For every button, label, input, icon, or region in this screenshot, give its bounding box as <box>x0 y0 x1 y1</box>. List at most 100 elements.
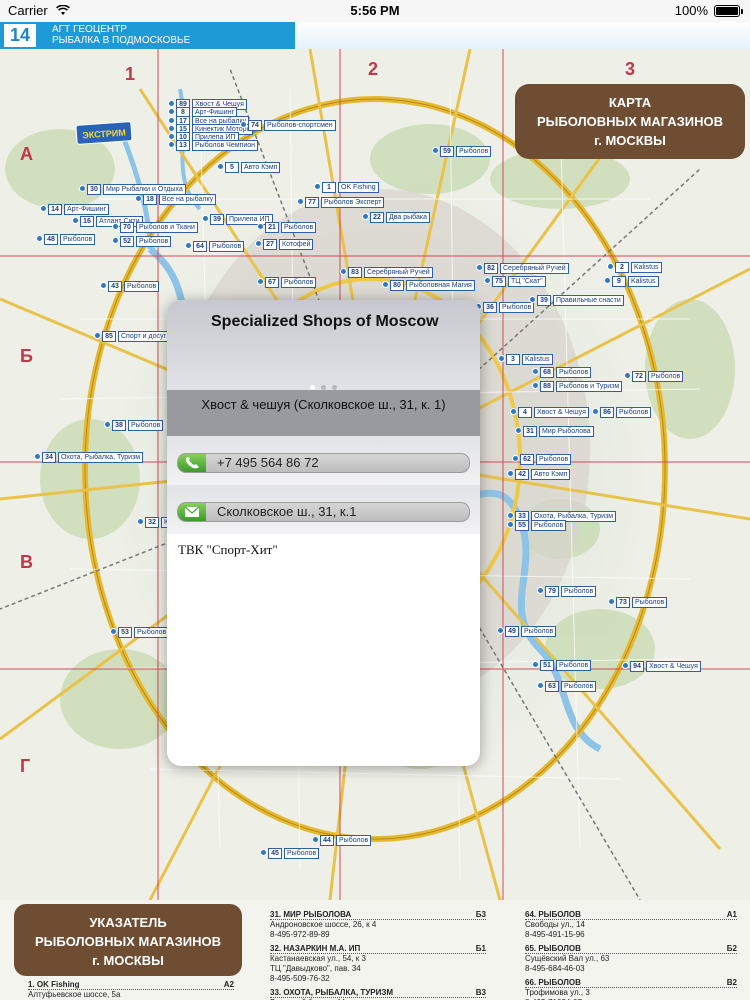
shop-number[interactable]: 22 <box>370 212 384 223</box>
shop-number[interactable]: 39 <box>537 295 551 306</box>
shop-number[interactable]: 88 <box>540 381 554 392</box>
shop-number[interactable]: 59 <box>440 146 454 157</box>
shop-number[interactable]: 70 <box>120 222 134 233</box>
envelope-icon[interactable] <box>178 503 206 521</box>
shop-label[interactable]: Рыболов <box>128 420 164 431</box>
shop-label[interactable]: Арт-Фишинг <box>64 204 110 215</box>
address-row[interactable]: Сколковское ш., 31, к.1 <box>167 485 480 534</box>
shop-pin-icon[interactable] <box>604 277 611 284</box>
shop-number[interactable]: 3 <box>506 354 520 365</box>
shop-pin-icon[interactable] <box>168 133 175 140</box>
shop-number[interactable]: 62 <box>520 454 534 465</box>
shop-label[interactable]: Спорт и досуг <box>118 331 170 342</box>
shop-label[interactable]: Два рыбака <box>386 212 430 223</box>
shop-label[interactable]: Серебряный Ручей <box>500 263 569 274</box>
shop-label[interactable]: Рыболов <box>561 681 597 692</box>
shop-label[interactable]: Рыболов <box>281 277 317 288</box>
shop-label[interactable]: Рыболов <box>536 454 572 465</box>
shop-label[interactable]: Рыболов <box>561 586 597 597</box>
shop-number[interactable]: 53 <box>118 627 132 638</box>
shop-label[interactable]: Рыболов <box>531 520 567 531</box>
shop-number[interactable]: 38 <box>112 420 126 431</box>
shop-number[interactable]: 1 <box>322 182 336 193</box>
shop-pin-icon[interactable] <box>217 163 224 170</box>
shop-label[interactable]: Котофей <box>279 239 314 250</box>
shop-pin-icon[interactable] <box>260 849 267 856</box>
shop-pin-icon[interactable] <box>257 223 264 230</box>
shop-number[interactable]: 32 <box>145 517 159 528</box>
shop-label[interactable]: Рыболовная Магия <box>406 280 475 291</box>
shop-pin-icon[interactable] <box>137 518 144 525</box>
shop-label[interactable]: Рыболов <box>124 281 160 292</box>
shop-number[interactable]: 79 <box>545 586 559 597</box>
shop-pin-icon[interactable] <box>34 453 41 460</box>
shop-number[interactable]: 13 <box>176 140 190 151</box>
shop-info-popup[interactable]: Specialized Shops of Moscow Хвост & чешу… <box>167 300 480 766</box>
shop-number[interactable]: 80 <box>390 280 404 291</box>
shop-number[interactable]: 73 <box>616 597 630 608</box>
shop-number[interactable]: 82 <box>484 263 498 274</box>
shop-label[interactable]: Правильные снасти <box>553 295 624 306</box>
shop-label[interactable]: Kalistus <box>631 262 662 273</box>
shop-label[interactable]: Рыболов и Ткани <box>136 222 198 233</box>
index-entry[interactable]: 31. МИР РЫБОЛОВА Б3 Андроновское шоссе, 26… <box>270 910 486 940</box>
shop-label[interactable]: Мир Рыболова <box>539 426 594 437</box>
shop-label[interactable]: Хвост & Чешуя <box>534 407 589 418</box>
shop-label[interactable]: Охота, Рыбалка, Туризм <box>58 452 144 463</box>
shop-pin-icon[interactable] <box>510 408 517 415</box>
shop-label[interactable]: Хвост & Чешуя <box>646 661 701 672</box>
index-entry[interactable]: 32. НАЗАРКИН М.А. ИП Б1 Кастанаевская ул.,… <box>270 944 486 984</box>
shop-pin-icon[interactable] <box>515 427 522 434</box>
shop-pin-icon[interactable] <box>624 372 631 379</box>
shop-pin-icon[interactable] <box>537 682 544 689</box>
shop-number[interactable]: 68 <box>540 367 554 378</box>
shop-number[interactable]: 85 <box>102 331 116 342</box>
shop-pin-icon[interactable] <box>297 198 304 205</box>
shop-pin-icon[interactable] <box>507 470 514 477</box>
shop-number[interactable]: 45 <box>268 848 282 859</box>
shop-pin-icon[interactable] <box>257 278 264 285</box>
address-text[interactable]: Сколковское ш., 31, к.1 <box>217 504 356 520</box>
shop-number[interactable]: 9 <box>612 276 626 287</box>
shop-pin-icon[interactable] <box>168 141 175 148</box>
shop-pin-icon[interactable] <box>94 332 101 339</box>
shop-number[interactable]: 21 <box>265 222 279 233</box>
shop-pin-icon[interactable] <box>592 408 599 415</box>
shop-label[interactable]: Рыболов Чемпион <box>192 140 258 151</box>
shop-pin-icon[interactable] <box>112 237 119 244</box>
shop-pin-icon[interactable] <box>484 277 491 284</box>
shop-number[interactable]: 67 <box>265 277 279 288</box>
shop-label[interactable]: ТЦ "Скат" <box>508 276 546 287</box>
shop-pin-icon[interactable] <box>622 662 629 669</box>
shop-number[interactable]: 86 <box>600 407 614 418</box>
shop-pin-icon[interactable] <box>382 281 389 288</box>
shop-number[interactable]: 14 <box>48 204 62 215</box>
shop-pin-icon[interactable] <box>312 836 319 843</box>
shop-number[interactable]: 16 <box>80 216 94 227</box>
shop-pin-icon[interactable] <box>532 368 539 375</box>
shop-pin-icon[interactable] <box>432 147 439 154</box>
shop-number[interactable]: 27 <box>263 239 277 250</box>
index-entry[interactable]: 66. РЫБОЛОВВ2Трофимова ул., 38-495-71034… <box>525 978 737 1000</box>
shop-number[interactable]: 39 <box>210 214 224 225</box>
shop-pin-icon[interactable] <box>202 215 209 222</box>
shop-pin-icon[interactable] <box>340 268 347 275</box>
shop-pin-icon[interactable] <box>100 282 107 289</box>
shop-pin-icon[interactable] <box>36 235 43 242</box>
shop-pin-icon[interactable] <box>168 125 175 132</box>
shop-pin-icon[interactable] <box>79 185 86 192</box>
shop-pin-icon[interactable] <box>72 217 79 224</box>
shop-pin-icon[interactable] <box>168 100 175 107</box>
shop-label[interactable]: Рыболов <box>616 407 652 418</box>
shop-pin-icon[interactable] <box>507 521 514 528</box>
shop-label[interactable]: Рыболов <box>556 367 592 378</box>
shop-label[interactable]: Рыболов <box>648 371 684 382</box>
shop-label[interactable]: Рыболов <box>456 146 492 157</box>
shop-pin-icon[interactable] <box>608 598 615 605</box>
shop-label[interactable]: Серебряный Ручей <box>364 267 433 278</box>
shop-pin-icon[interactable] <box>314 183 321 190</box>
shop-number[interactable]: 43 <box>108 281 122 292</box>
shop-pin-icon[interactable] <box>135 195 142 202</box>
shop-pin-icon[interactable] <box>537 587 544 594</box>
phone-number[interactable]: +7 495 564 86 72 <box>217 455 319 471</box>
